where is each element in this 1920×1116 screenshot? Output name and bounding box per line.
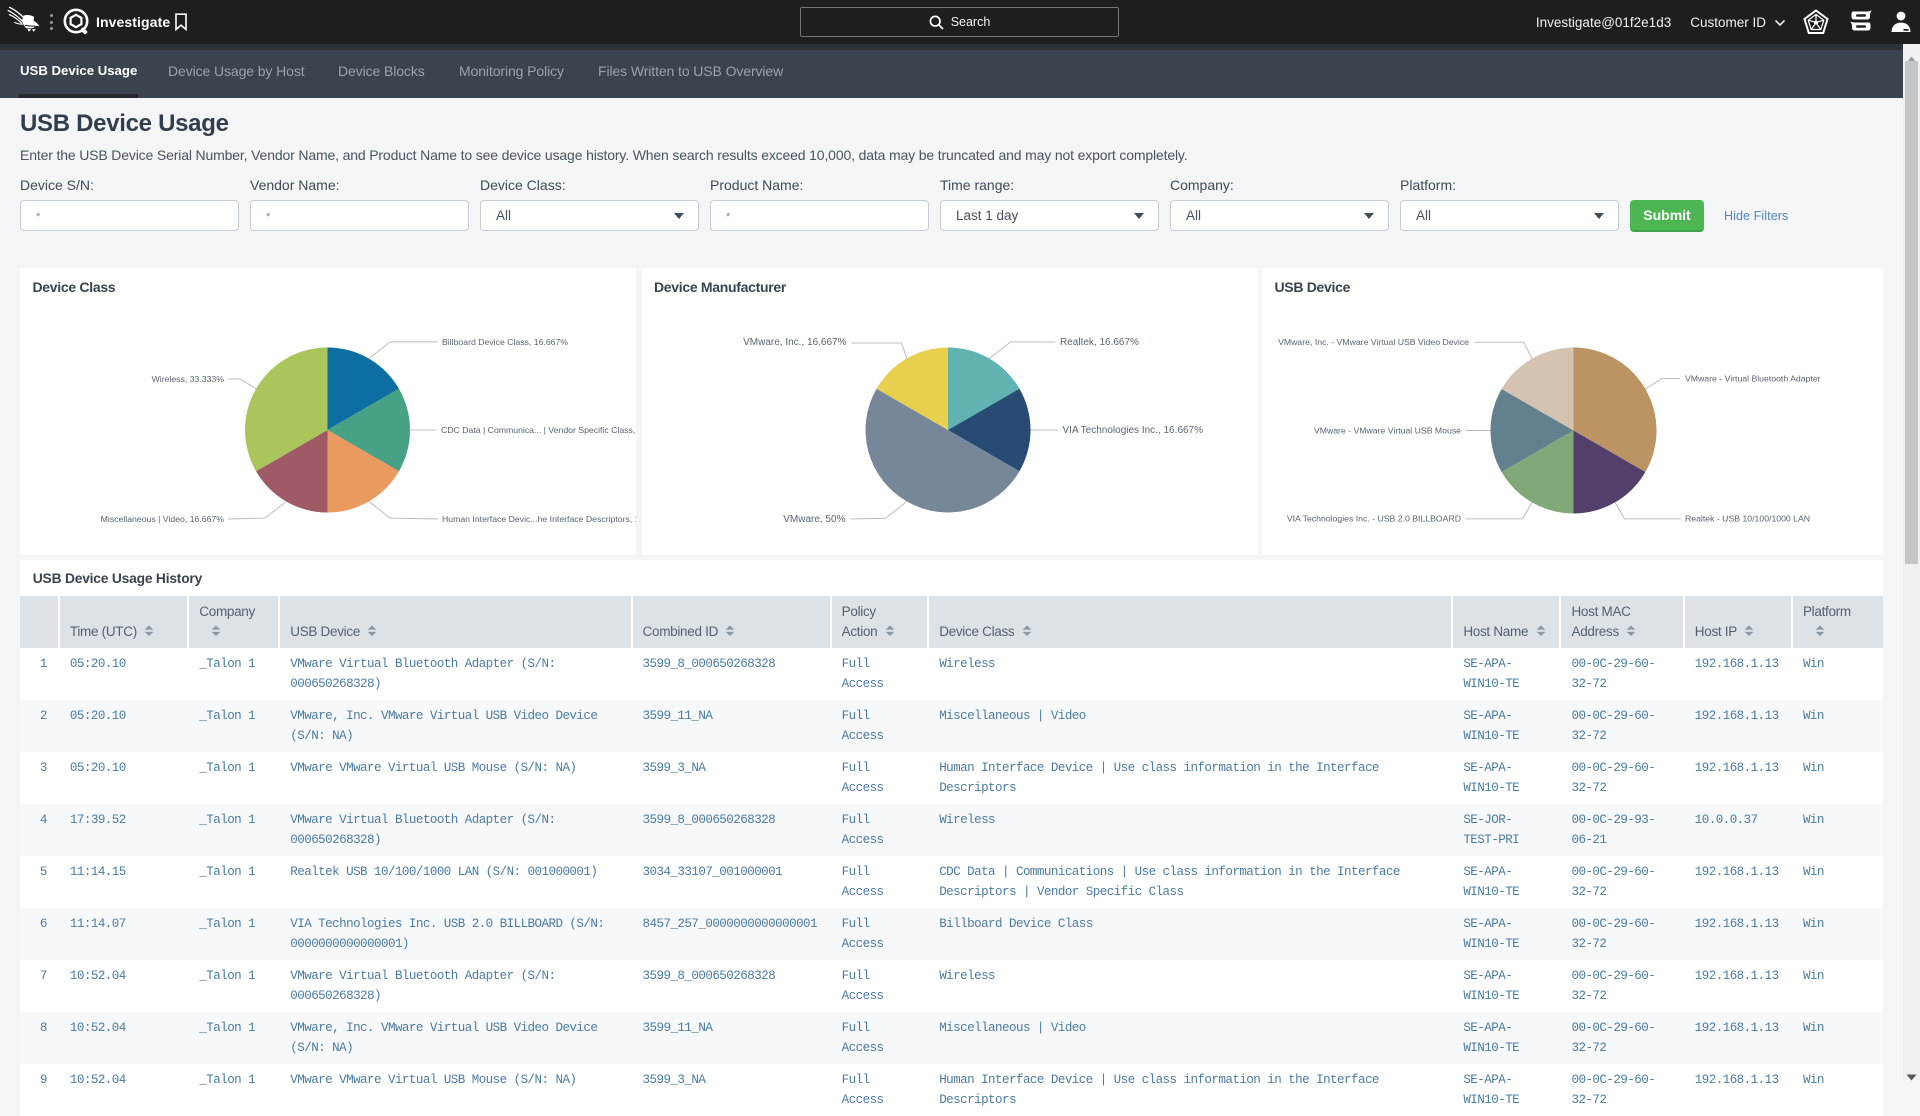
svg-text:VMware, 50%: VMware, 50% xyxy=(783,514,845,525)
svg-text:VMware - Virtual Bluetooth Ada: VMware - Virtual Bluetooth Adapter xyxy=(1685,373,1821,383)
svg-text:VIA Technologies Inc. - USB 2.: VIA Technologies Inc. - USB 2.0 BILLBOAR… xyxy=(1287,514,1461,524)
svg-text:Billboard Device Class, 16.667: Billboard Device Class, 16.667% xyxy=(442,337,568,347)
svg-text:Realtek, 16.667%: Realtek, 16.667% xyxy=(1060,337,1139,348)
svg-text:VMware, Inc., 16.667%: VMware, Inc., 16.667% xyxy=(743,337,846,348)
svg-text:CDC Data | Communica... | Vend: CDC Data | Communica... | Vendor Specifi… xyxy=(441,425,636,435)
svg-text:Human Interface Devic...he Int: Human Interface Devic...he Interface Des… xyxy=(442,514,636,524)
svg-text:VMware - VMware Virtual USB Mo: VMware - VMware Virtual USB Mouse xyxy=(1314,425,1461,435)
svg-text:Wireless, 33.333%: Wireless, 33.333% xyxy=(152,374,225,384)
svg-text:Realtek - USB 10/100/1000 LAN: Realtek - USB 10/100/1000 LAN xyxy=(1685,514,1810,524)
svg-text:VIA Technologies Inc., 16.667%: VIA Technologies Inc., 16.667% xyxy=(1062,425,1203,436)
svg-text:Miscellaneous | Video, 16.667%: Miscellaneous | Video, 16.667% xyxy=(101,514,225,524)
svg-text:VMware, Inc. - VMware Virtual: VMware, Inc. - VMware Virtual USB Video … xyxy=(1278,337,1469,347)
